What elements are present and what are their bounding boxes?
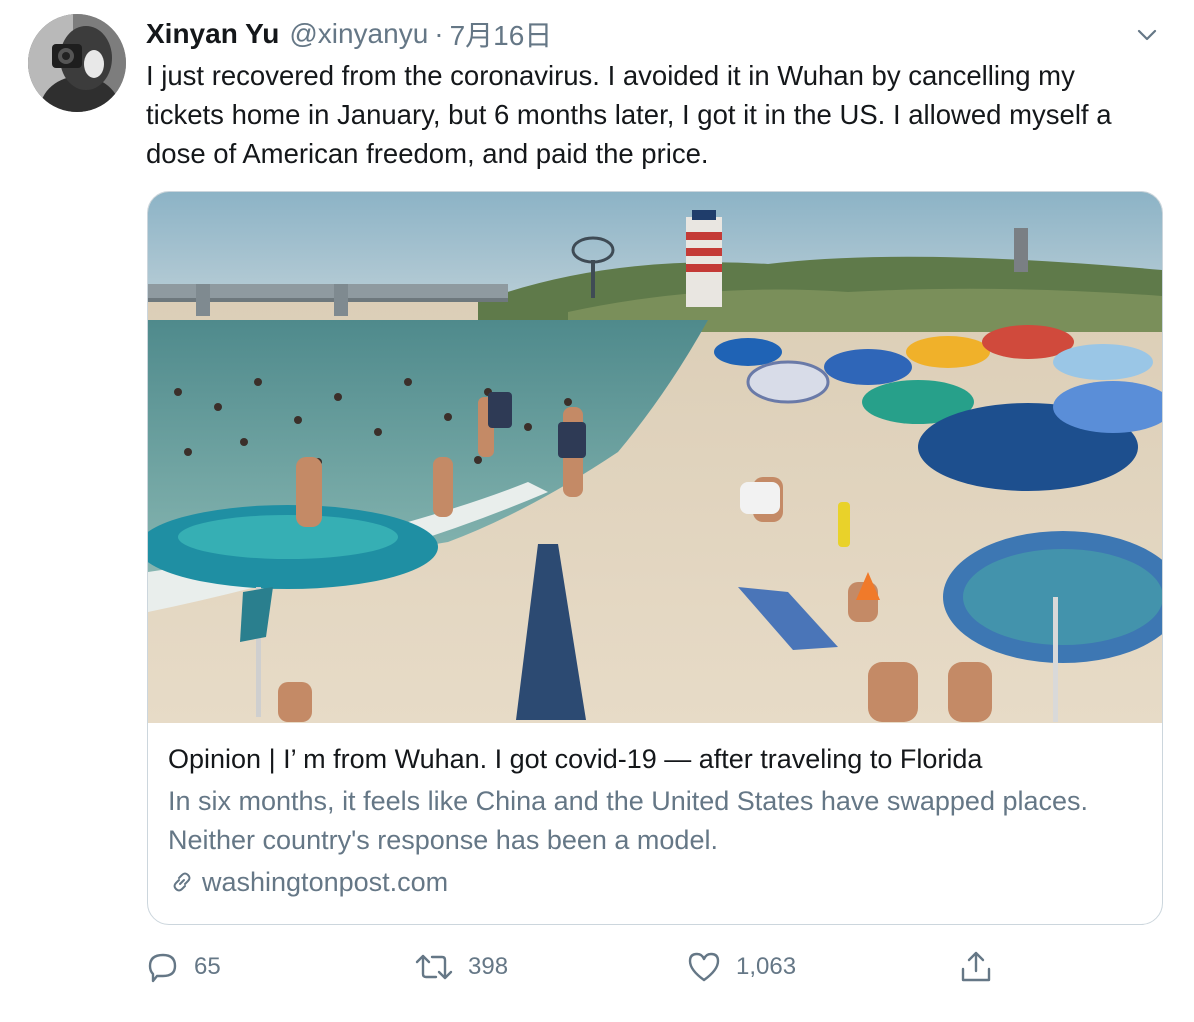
avatar[interactable] bbox=[28, 14, 126, 112]
card-domain[interactable]: washingtonpost.com bbox=[168, 862, 1148, 902]
retweet-icon bbox=[415, 954, 453, 980]
author-handle[interactable]: @xinyanyu bbox=[289, 18, 428, 50]
like-count: 1,063 bbox=[736, 953, 797, 980]
chevron-down-icon[interactable] bbox=[1134, 22, 1160, 48]
retweet-button[interactable]: 398 bbox=[414, 945, 508, 989]
tweet-header: Xinyan Yu @xinyanyu · 7月16日 bbox=[146, 14, 552, 54]
link-card[interactable]: Opinion | I’ m from Wuhan. I got covid-1… bbox=[147, 191, 1163, 925]
retweet-count: 398 bbox=[468, 953, 509, 980]
separator-dot: · bbox=[434, 18, 444, 49]
action-bar: 65 398 1,063 bbox=[146, 945, 1046, 989]
card-image-beach[interactable] bbox=[148, 192, 1162, 723]
card-description: In six months, it feels like China and t… bbox=[168, 786, 1089, 855]
tweet-date[interactable]: 7月16日 bbox=[450, 14, 553, 54]
reply-button[interactable]: 65 bbox=[146, 945, 221, 989]
card-domain-text: washingtonpost.com bbox=[202, 867, 449, 897]
reply-icon bbox=[148, 953, 177, 983]
link-icon bbox=[173, 872, 191, 892]
card-body[interactable]: Opinion | I’ m from Wuhan. I got covid-1… bbox=[168, 738, 1148, 902]
share-icon bbox=[961, 951, 991, 982]
heart-icon bbox=[688, 952, 720, 982]
author-name[interactable]: Xinyan Yu bbox=[146, 18, 279, 50]
share-button[interactable] bbox=[958, 945, 1008, 989]
card-title[interactable]: Opinion | I’ m from Wuhan. I got covid-1… bbox=[168, 738, 1148, 780]
tweet-text: I just recovered from the coronavirus. I… bbox=[146, 60, 1112, 169]
like-button[interactable]: 1,063 bbox=[686, 945, 796, 989]
reply-count: 65 bbox=[194, 953, 221, 980]
tweet[interactable]: Xinyan Yu @xinyanyu · 7月16日 I just recov… bbox=[0, 0, 1194, 1022]
